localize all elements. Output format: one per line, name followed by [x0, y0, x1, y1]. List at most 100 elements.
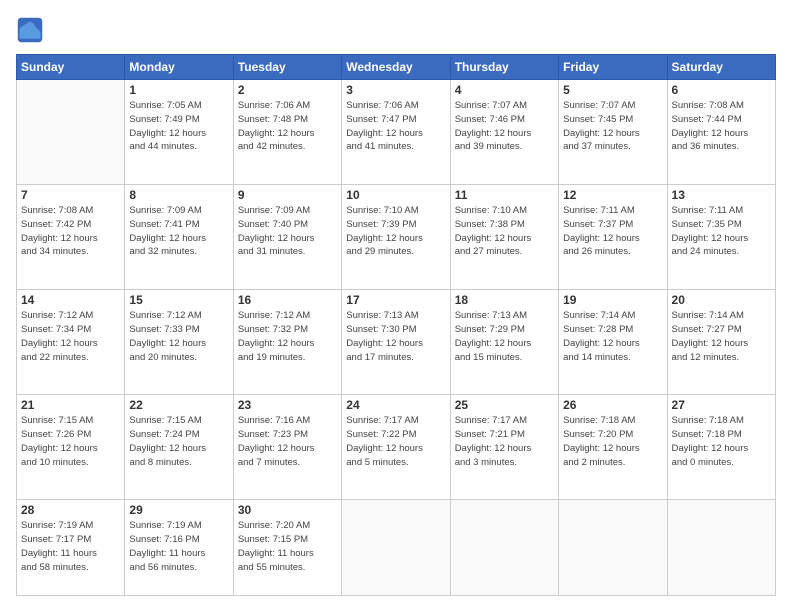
- day-number: 27: [672, 398, 771, 412]
- day-number: 20: [672, 293, 771, 307]
- day-info: Sunrise: 7:12 AM Sunset: 7:33 PM Dayligh…: [129, 309, 228, 364]
- day-info: Sunrise: 7:19 AM Sunset: 7:16 PM Dayligh…: [129, 519, 228, 574]
- calendar-cell: 7 Sunrise: 7:08 AM Sunset: 7:42 PM Daylig…: [17, 185, 125, 290]
- calendar-cell: [17, 80, 125, 185]
- day-info: Sunrise: 7:14 AM Sunset: 7:27 PM Dayligh…: [672, 309, 771, 364]
- day-number: 18: [455, 293, 554, 307]
- calendar-cell: 28 Sunrise: 7:19 AM Sunset: 7:17 PM Dayli…: [17, 500, 125, 596]
- logo-icon: [16, 16, 44, 44]
- weekday-header-wednesday: Wednesday: [342, 55, 450, 80]
- day-number: 4: [455, 83, 554, 97]
- calendar-week-row: 14 Sunrise: 7:12 AM Sunset: 7:34 PM Dayli…: [17, 290, 776, 395]
- calendar-cell: 22 Sunrise: 7:15 AM Sunset: 7:24 PM Dayli…: [125, 395, 233, 500]
- calendar-cell: 23Sunrise: 7:16 AM Sunset: 7:23 PM Dayli…: [233, 395, 341, 500]
- day-number: 3: [346, 83, 445, 97]
- day-info: Sunrise: 7:15 AM Sunset: 7:26 PM Dayligh…: [21, 414, 120, 469]
- calendar-cell: 27 Sunrise: 7:18 AM Sunset: 7:18 PM Dayli…: [667, 395, 775, 500]
- logo: [16, 16, 48, 44]
- day-info: Sunrise: 7:14 AM Sunset: 7:28 PM Dayligh…: [563, 309, 662, 364]
- calendar-cell: 19Sunrise: 7:14 AM Sunset: 7:28 PM Dayli…: [559, 290, 667, 395]
- calendar-cell: 17 Sunrise: 7:13 AM Sunset: 7:30 PM Dayli…: [342, 290, 450, 395]
- day-number: 23: [238, 398, 337, 412]
- day-info: Sunrise: 7:09 AM Sunset: 7:41 PM Dayligh…: [129, 204, 228, 259]
- calendar-cell: 29Sunrise: 7:19 AM Sunset: 7:16 PM Dayli…: [125, 500, 233, 596]
- calendar-cell: 20 Sunrise: 7:14 AM Sunset: 7:27 PM Dayli…: [667, 290, 775, 395]
- calendar-cell: 25 Sunrise: 7:17 AM Sunset: 7:21 PM Dayli…: [450, 395, 558, 500]
- weekday-header-monday: Monday: [125, 55, 233, 80]
- day-number: 26: [563, 398, 662, 412]
- day-info: Sunrise: 7:15 AM Sunset: 7:24 PM Dayligh…: [129, 414, 228, 469]
- day-info: Sunrise: 7:06 AM Sunset: 7:48 PM Dayligh…: [238, 99, 337, 154]
- day-info: Sunrise: 7:09 AM Sunset: 7:40 PM Dayligh…: [238, 204, 337, 259]
- calendar-cell: 26 Sunrise: 7:18 AM Sunset: 7:20 PM Dayli…: [559, 395, 667, 500]
- day-info: Sunrise: 7:06 AM Sunset: 7:47 PM Dayligh…: [346, 99, 445, 154]
- weekday-header-saturday: Saturday: [667, 55, 775, 80]
- day-number: 9: [238, 188, 337, 202]
- day-number: 10: [346, 188, 445, 202]
- weekday-header-friday: Friday: [559, 55, 667, 80]
- day-number: 11: [455, 188, 554, 202]
- day-number: 22: [129, 398, 228, 412]
- calendar-cell: 9 Sunrise: 7:09 AM Sunset: 7:40 PM Daylig…: [233, 185, 341, 290]
- day-info: Sunrise: 7:12 AM Sunset: 7:34 PM Dayligh…: [21, 309, 120, 364]
- day-number: 1: [129, 83, 228, 97]
- calendar-cell: 14 Sunrise: 7:12 AM Sunset: 7:34 PM Dayli…: [17, 290, 125, 395]
- calendar-cell: [342, 500, 450, 596]
- calendar-cell: 16 Sunrise: 7:12 AM Sunset: 7:32 PM Dayli…: [233, 290, 341, 395]
- day-number: 6: [672, 83, 771, 97]
- day-info: Sunrise: 7:18 AM Sunset: 7:20 PM Dayligh…: [563, 414, 662, 469]
- calendar-cell: [667, 500, 775, 596]
- day-info: Sunrise: 7:10 AM Sunset: 7:38 PM Dayligh…: [455, 204, 554, 259]
- day-number: 16: [238, 293, 337, 307]
- calendar-week-row: 7 Sunrise: 7:08 AM Sunset: 7:42 PM Daylig…: [17, 185, 776, 290]
- day-number: 13: [672, 188, 771, 202]
- calendar-cell: 13 Sunrise: 7:11 AM Sunset: 7:35 PM Dayli…: [667, 185, 775, 290]
- calendar-table: SundayMondayTuesdayWednesdayThursdayFrid…: [16, 54, 776, 596]
- weekday-header-tuesday: Tuesday: [233, 55, 341, 80]
- calendar-cell: 24 Sunrise: 7:17 AM Sunset: 7:22 PM Dayli…: [342, 395, 450, 500]
- calendar-cell: 6 Sunrise: 7:08 AM Sunset: 7:44 PM Daylig…: [667, 80, 775, 185]
- day-info: Sunrise: 7:12 AM Sunset: 7:32 PM Dayligh…: [238, 309, 337, 364]
- day-number: 2: [238, 83, 337, 97]
- day-info: Sunrise: 7:10 AM Sunset: 7:39 PM Dayligh…: [346, 204, 445, 259]
- day-number: 24: [346, 398, 445, 412]
- calendar-cell: 3 Sunrise: 7:06 AM Sunset: 7:47 PM Daylig…: [342, 80, 450, 185]
- day-info: Sunrise: 7:17 AM Sunset: 7:22 PM Dayligh…: [346, 414, 445, 469]
- day-number: 30: [238, 503, 337, 517]
- day-number: 8: [129, 188, 228, 202]
- day-info: Sunrise: 7:08 AM Sunset: 7:44 PM Dayligh…: [672, 99, 771, 154]
- day-info: Sunrise: 7:13 AM Sunset: 7:30 PM Dayligh…: [346, 309, 445, 364]
- calendar-cell: 15 Sunrise: 7:12 AM Sunset: 7:33 PM Dayli…: [125, 290, 233, 395]
- day-number: 15: [129, 293, 228, 307]
- day-info: Sunrise: 7:18 AM Sunset: 7:18 PM Dayligh…: [672, 414, 771, 469]
- day-number: 25: [455, 398, 554, 412]
- calendar-cell: 5Sunrise: 7:07 AM Sunset: 7:45 PM Daylig…: [559, 80, 667, 185]
- day-number: 21: [21, 398, 120, 412]
- calendar-cell: 4 Sunrise: 7:07 AM Sunset: 7:46 PM Daylig…: [450, 80, 558, 185]
- calendar-week-row: 1Sunrise: 7:05 AM Sunset: 7:49 PM Daylig…: [17, 80, 776, 185]
- calendar-cell: 8 Sunrise: 7:09 AM Sunset: 7:41 PM Daylig…: [125, 185, 233, 290]
- calendar-cell: 11 Sunrise: 7:10 AM Sunset: 7:38 PM Dayli…: [450, 185, 558, 290]
- calendar-cell: [559, 500, 667, 596]
- day-number: 17: [346, 293, 445, 307]
- day-info: Sunrise: 7:07 AM Sunset: 7:46 PM Dayligh…: [455, 99, 554, 154]
- calendar-cell: 12 Sunrise: 7:11 AM Sunset: 7:37 PM Dayli…: [559, 185, 667, 290]
- day-info: Sunrise: 7:20 AM Sunset: 7:15 PM Dayligh…: [238, 519, 337, 574]
- calendar-week-row: 21 Sunrise: 7:15 AM Sunset: 7:26 PM Dayli…: [17, 395, 776, 500]
- header: [16, 16, 776, 44]
- day-number: 12: [563, 188, 662, 202]
- day-info: Sunrise: 7:17 AM Sunset: 7:21 PM Dayligh…: [455, 414, 554, 469]
- weekday-header-sunday: Sunday: [17, 55, 125, 80]
- calendar-cell: [450, 500, 558, 596]
- day-info: Sunrise: 7:11 AM Sunset: 7:35 PM Dayligh…: [672, 204, 771, 259]
- calendar-cell: 1Sunrise: 7:05 AM Sunset: 7:49 PM Daylig…: [125, 80, 233, 185]
- day-number: 14: [21, 293, 120, 307]
- day-info: Sunrise: 7:19 AM Sunset: 7:17 PM Dayligh…: [21, 519, 120, 574]
- day-number: 7: [21, 188, 120, 202]
- calendar-cell: 30 Sunrise: 7:20 AM Sunset: 7:15 PM Dayli…: [233, 500, 341, 596]
- weekday-header-thursday: Thursday: [450, 55, 558, 80]
- day-number: 28: [21, 503, 120, 517]
- calendar-cell: 2 Sunrise: 7:06 AM Sunset: 7:48 PM Daylig…: [233, 80, 341, 185]
- day-info: Sunrise: 7:11 AM Sunset: 7:37 PM Dayligh…: [563, 204, 662, 259]
- day-info: Sunrise: 7:08 AM Sunset: 7:42 PM Dayligh…: [21, 204, 120, 259]
